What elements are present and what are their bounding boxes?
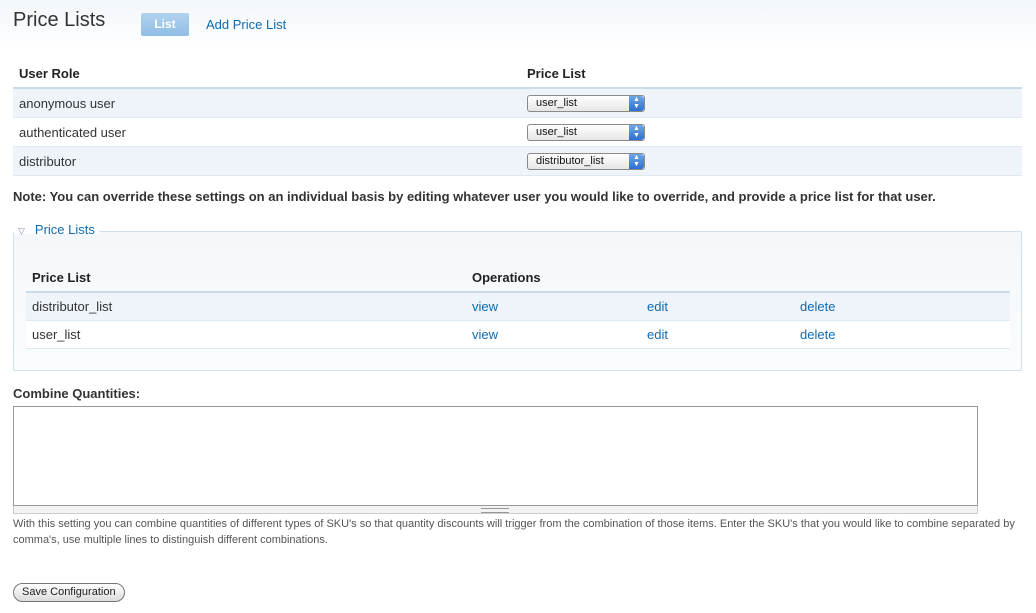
grippie-icon[interactable] [13,506,978,514]
delete-link[interactable]: delete [800,327,835,342]
grippie-lines [481,508,509,513]
view-link[interactable]: view [472,299,498,314]
override-note: Note: You can override these settings on… [13,189,936,204]
view-link[interactable]: view [472,327,498,342]
table-row: distributor_list view edit delete [26,292,1010,321]
role-name: anonymous user [13,88,521,118]
table-row: user_list view edit delete [26,320,1010,349]
price-list-cell: distributor_list ▲ ▼ [521,146,1022,176]
user-role-table: User Role Price List anonymous user user… [13,60,1022,176]
table-row: distributor distributor_list ▲ ▼ [13,146,1022,176]
select-value: user_list [536,96,577,109]
price-list-select[interactable]: distributor_list ▲ ▼ [527,152,645,170]
table-header-row: User Role Price List [13,60,1022,89]
select-arrows-icon: ▲ ▼ [629,95,644,111]
select-arrows-icon: ▲ ▼ [629,153,644,169]
price-list-name: user_list [26,320,466,349]
price-list-cell: user_list ▲ ▼ [521,88,1022,118]
table-row: anonymous user user_list ▲ ▼ [13,88,1022,118]
delete-link[interactable]: delete [800,299,835,314]
edit-link[interactable]: edit [647,299,668,314]
combine-description: With this setting you can combine quanti… [13,518,1015,546]
save-configuration-button[interactable]: Save Configuration [13,583,125,602]
edit-link[interactable]: edit [647,327,668,342]
price-list-name: distributor_list [26,292,466,321]
select-arrows-icon: ▲ ▼ [629,124,644,140]
combine-quantities-textarea[interactable] [13,406,978,506]
select-value: user_list [536,125,577,138]
combine-quantities-label: Combine Quantities: [13,386,141,401]
price-list-cell: user_list ▲ ▼ [521,117,1022,147]
triangle-down-icon: ▽ [18,226,25,236]
tab-add-price-list[interactable]: Add Price List [206,17,286,32]
price-lists-table: Price List Operations distributor_list v… [26,264,1010,349]
table-header-row: Price List Operations [26,264,1010,293]
fieldset-legend[interactable]: ▽ Price Lists [14,216,99,237]
role-name: authenticated user [13,117,521,147]
role-name: distributor [13,146,521,176]
price-list-select[interactable]: user_list ▲ ▼ [527,94,645,112]
column-header-operations: Operations [466,264,1010,293]
table-row: authenticated user user_list ▲ ▼ [13,117,1022,147]
legend-label: Price Lists [34,222,95,237]
select-value: distributor_list [536,154,604,167]
price-list-select[interactable]: user_list ▲ ▼ [527,123,645,141]
column-header-price-list: Price List [521,60,1022,89]
tab-list[interactable]: List [141,13,189,36]
page-title: Price Lists [13,9,106,31]
column-header-price-list: Price List [26,264,466,293]
column-header-user-role: User Role [13,60,521,89]
